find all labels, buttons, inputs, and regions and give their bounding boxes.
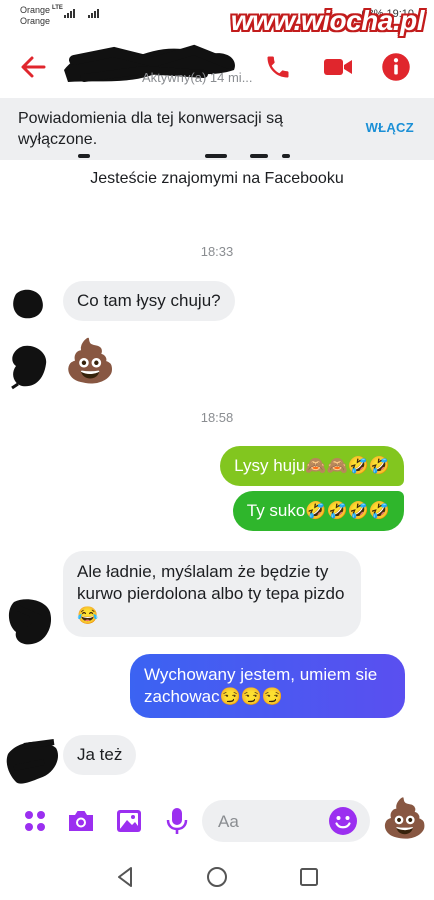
gallery-button[interactable]: [112, 804, 146, 838]
carrier-1: Orange: [20, 5, 51, 15]
message-bubble-incoming[interactable]: Ale ładnie, myślalam że będzie ty kurwo …: [63, 551, 361, 637]
name-remnant: [205, 154, 227, 158]
timestamp: 18:58: [200, 410, 234, 425]
message-bubble-incoming[interactable]: Co tam łysy chuju?: [63, 281, 235, 321]
name-remnant: [250, 154, 268, 158]
microphone-icon: [166, 808, 188, 834]
recents-square-icon: [300, 868, 318, 886]
notifications-muted-banner: Powiadomienia dla tej konwersacji są wył…: [0, 98, 434, 160]
nav-recents-button[interactable]: [296, 864, 322, 890]
signal-icon-2: [88, 8, 99, 18]
back-button[interactable]: [18, 52, 48, 82]
phone-icon: [267, 56, 289, 78]
system-navigation-bar: [0, 852, 434, 900]
message-bubble-incoming[interactable]: Ja też: [63, 735, 137, 775]
timestamp: 18:33: [200, 244, 234, 259]
banner-text: Powiadomienia dla tej konwersacji są wył…: [18, 110, 284, 148]
message-bubble-outgoing[interactable]: Lysy huju🙈🙈🤣🤣: [220, 446, 404, 486]
name-remnant: [78, 154, 90, 158]
nav-home-button[interactable]: [204, 864, 230, 890]
turn-on-button[interactable]: WŁĄCZ: [366, 120, 414, 135]
name-remnant: [282, 154, 290, 158]
messenger-screen: Orange Orange LTE 63% 19:10 www.wiocha.p…: [0, 0, 434, 900]
status-bar: Orange Orange LTE 63% 19:10 www.wiocha.p…: [0, 0, 434, 36]
nav-back-button[interactable]: [112, 864, 138, 890]
camera-icon: [69, 811, 93, 831]
apps-icon: [25, 811, 45, 831]
watermark: www.wiocha.pl: [230, 5, 425, 36]
friends-notice: Jesteście znajomymi na Facebooku: [90, 170, 344, 187]
redacted-avatar: [13, 289, 43, 319]
carrier-2: Orange: [20, 16, 51, 26]
call-button[interactable]: [262, 51, 294, 83]
info-icon: [382, 53, 410, 81]
chat-header: Aktywny(a) 14 mi...: [0, 38, 434, 96]
video-camera-icon: [324, 59, 352, 75]
message-bubble-outgoing[interactable]: Ty suko🤣🤣🤣🤣: [232, 491, 404, 531]
signal-icon: [64, 8, 75, 18]
redacted-avatar: [6, 739, 59, 784]
network-type: LTE: [52, 5, 63, 11]
message-input-placeholder: Aa: [218, 812, 239, 831]
emoji-button[interactable]: [328, 806, 358, 836]
video-call-button[interactable]: [322, 51, 354, 83]
quick-reaction-button[interactable]: 💩: [381, 796, 428, 842]
emoji-icon: [329, 807, 357, 835]
info-button[interactable]: [380, 51, 412, 83]
message-composer: Aa 💩: [0, 790, 434, 852]
redacted-avatar: [11, 345, 47, 390]
voice-message-button[interactable]: [160, 804, 194, 838]
home-circle-icon: [207, 867, 227, 887]
gallery-icon: [117, 810, 141, 832]
back-triangle-icon: [118, 867, 132, 887]
camera-button[interactable]: [64, 804, 98, 838]
message-input[interactable]: Aa: [202, 800, 370, 842]
message-bubble-outgoing[interactable]: Wychowany jestem, umiem sie zachowac😏😏😏: [130, 654, 405, 718]
message-emoji-incoming[interactable]: 💩: [64, 336, 116, 386]
active-status: Aktywny(a) 14 mi...: [142, 70, 253, 85]
back-arrow-icon: [21, 56, 46, 78]
redacted-avatar: [8, 599, 52, 645]
more-apps-button[interactable]: [18, 804, 52, 838]
